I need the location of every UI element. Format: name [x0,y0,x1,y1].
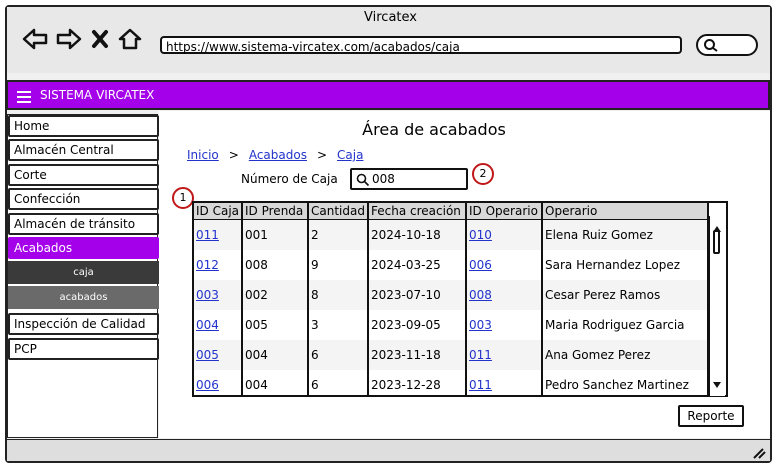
cell-cantidad: 3 [308,310,370,340]
cell-id-prenda: 002 [242,280,310,310]
sidebar-subitem-caja[interactable]: caja [8,261,159,284]
cell-operario: Cesar Perez Ramos [542,280,710,310]
cell-id-caja[interactable]: 006 [194,370,244,395]
cell-id-prenda: 004 [242,340,310,370]
column-header-operario[interactable]: Operario [542,203,710,220]
boxes-table: ID Caja ID Prenda Cantidad Fecha creació… [192,201,728,397]
cell-operario: Pedro Sanchez Martinez [542,370,710,395]
column-header-cantidad[interactable]: Cantidad [308,203,370,220]
status-bar [7,439,770,461]
cell-fecha: 2023-09-05 [368,310,468,340]
resize-grip-icon[interactable] [750,444,766,463]
sidebar-item-almacen-transito[interactable]: Almacén de tránsito [8,213,159,235]
cell-id-operario[interactable]: 008 [466,280,544,310]
cell-fecha: 2024-10-18 [368,219,468,250]
cell-id-caja[interactable]: 005 [194,340,244,370]
breadcrumb-separator: > [228,148,239,162]
browser-search[interactable] [696,34,758,56]
nav-controls [22,28,142,50]
app-brand: SISTEMA VIRCATEX [40,88,155,102]
cell-id-caja[interactable]: 004 [194,310,244,340]
cell-operario: Maria Rodriguez Garcia [542,310,710,340]
cell-cantidad: 6 [308,370,370,395]
search-input-value: 008 [372,172,395,186]
cell-id-prenda: 004 [242,370,310,395]
cell-cantidad: 8 [308,280,370,310]
cell-cantidad: 6 [308,340,370,370]
sidebar: Home Almacén Central Corte Confección Al… [7,114,159,438]
close-icon[interactable] [90,28,110,50]
sidebar-item-almacen-central[interactable]: Almacén Central [8,139,159,161]
cell-operario: Ana Gomez Perez [542,340,710,370]
breadcrumb-caja[interactable]: Caja [337,148,363,162]
cell-fecha: 2023-07-10 [368,280,468,310]
address-bar[interactable]: https://www.sistema-vircatex.com/acabado… [160,36,682,54]
sidebar-item-inspeccion-calidad[interactable]: Inspección de Calidad [8,313,159,335]
cell-id-prenda: 005 [242,310,310,340]
sidebar-subitem-acabados[interactable]: acabados [8,286,159,309]
cell-id-caja[interactable]: 012 [194,250,244,280]
column-header-id-caja[interactable]: ID Caja [194,203,244,220]
table-row[interactable]: 012 008 9 2024-03-25 006 Sara Hernandez … [194,250,710,280]
cell-cantidad: 9 [308,250,370,280]
cell-operario: Sara Hernandez Lopez [542,250,710,280]
sidebar-item-home[interactable]: Home [8,115,159,137]
cell-id-operario[interactable]: 006 [466,250,544,280]
cell-id-prenda: 001 [242,219,310,250]
cell-id-operario[interactable]: 003 [466,310,544,340]
column-header-id-operario[interactable]: ID Operario [466,203,544,220]
table-row[interactable]: 011 001 2 2024-10-18 010 Elena Ruiz Gome… [194,219,710,250]
table-row[interactable]: 005 004 6 2023-11-18 011 Ana Gomez Perez [194,340,710,370]
breadcrumb: Inicio > Acabados > Caja [187,148,363,162]
sidebar-item-confeccion[interactable]: Confección [8,188,159,210]
table-row[interactable]: 003 002 8 2023-07-10 008 Cesar Perez Ram… [194,280,710,310]
cell-id-caja[interactable]: 003 [194,280,244,310]
sidebar-item-pcp[interactable]: PCP [8,338,159,360]
page-title: Área de acabados [362,120,506,139]
window-title: Vircatex [364,10,417,25]
breadcrumb-acabados[interactable]: Acabados [249,148,307,162]
scrollbar-thumb[interactable] [713,230,720,254]
sidebar-item-acabados[interactable]: Acabados [8,237,159,259]
cell-id-prenda: 008 [242,250,310,280]
table-row[interactable]: 004 005 3 2023-09-05 003 Maria Rodriguez… [194,310,710,340]
home-icon[interactable] [118,28,142,50]
cell-cantidad: 2 [308,219,370,250]
cell-id-caja[interactable]: 011 [194,219,244,250]
box-number-label: Número de Caja [241,172,338,186]
cell-fecha: 2024-03-25 [368,250,468,280]
app-header: SISTEMA VIRCATEX [6,80,770,110]
annotation-badge-1: 1 [172,187,194,209]
cell-id-operario[interactable]: 011 [466,370,544,395]
cell-fecha: 2023-11-18 [368,340,468,370]
column-header-id-prenda[interactable]: ID Prenda [242,203,310,220]
hamburger-menu-icon[interactable] [16,89,32,108]
sidebar-item-corte[interactable]: Corte [8,164,159,186]
table-header-row: ID Caja ID Prenda Cantidad Fecha creació… [194,203,710,220]
cell-id-operario[interactable]: 011 [466,340,544,370]
back-arrow-icon[interactable] [22,28,48,50]
column-header-fecha-creacion[interactable]: Fecha creación [368,203,468,220]
cell-id-operario[interactable]: 010 [466,219,544,250]
cell-operario: Elena Ruiz Gomez [542,219,710,250]
report-button[interactable]: Reporte [678,405,744,427]
table-row[interactable]: 006 004 6 2023-12-28 011 Pedro Sanchez M… [194,370,710,395]
breadcrumb-separator: > [316,148,328,162]
box-number-search-input[interactable]: 008 [350,168,468,190]
annotation-badge-2: 2 [472,163,494,185]
forward-arrow-icon[interactable] [56,28,82,50]
cell-fecha: 2023-12-28 [368,370,468,395]
table-scrollbar[interactable] [709,216,725,396]
breadcrumb-inicio[interactable]: Inicio [187,148,219,162]
scroll-down-arrow-icon[interactable] [712,374,722,393]
